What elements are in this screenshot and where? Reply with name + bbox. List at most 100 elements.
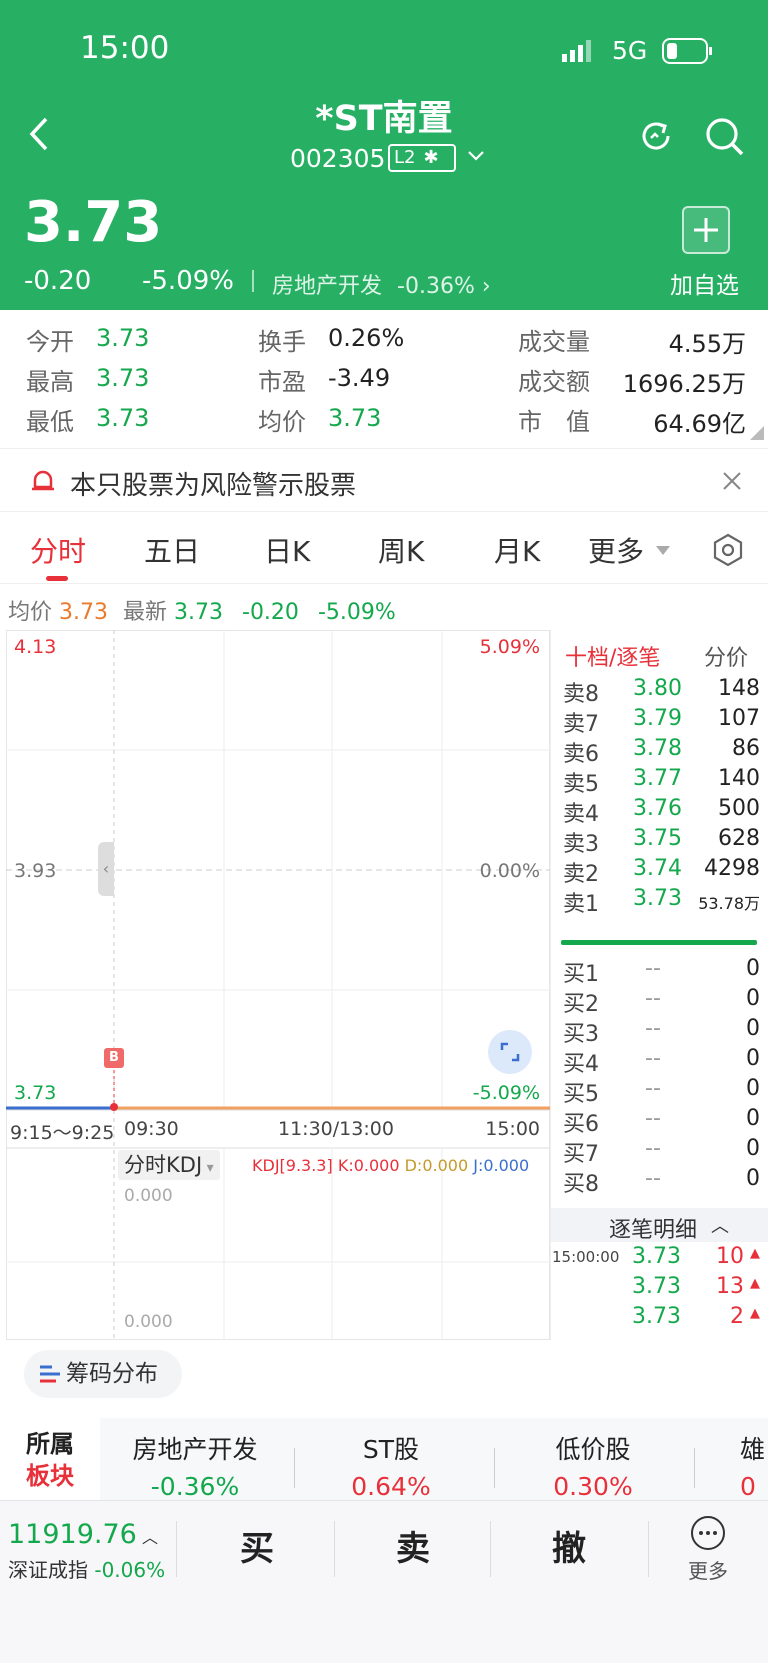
- ask-volume: 148: [718, 676, 760, 701]
- ask-row[interactable]: 卖7 3.79 107: [563, 706, 760, 737]
- sector-link[interactable]: 房地产开发 -0.36% ›: [272, 268, 491, 300]
- price-change-pct: -5.09%: [142, 266, 234, 296]
- refresh-icon[interactable]: [636, 116, 676, 156]
- ask-level: 卖8: [563, 682, 599, 707]
- sector-item[interactable]: 雄 0: [740, 1430, 768, 1501]
- stat-value: 3.73: [328, 404, 382, 432]
- tick-row: 15:00:00 3.73 10 ▲: [552, 1244, 760, 1274]
- network-label: 5G: [612, 36, 648, 65]
- bid-level: 买3: [563, 1022, 599, 1047]
- bid-price: --: [645, 986, 661, 1011]
- price-mode-tab[interactable]: 分价: [704, 640, 748, 672]
- tab-more[interactable]: 更多: [588, 530, 644, 570]
- sector-pct: -0.36%: [150, 1472, 240, 1501]
- tick-row: 3.73 13 ▲: [552, 1274, 760, 1304]
- stat-label: 最高: [26, 368, 74, 396]
- avg-value: 3.73: [59, 600, 108, 625]
- close-icon[interactable]: [722, 471, 742, 491]
- stat-value: 4.55万: [668, 330, 746, 358]
- kdj-selector[interactable]: 分时KDJ ▾: [118, 1150, 220, 1180]
- ask-row[interactable]: 卖5 3.77 140: [563, 766, 760, 797]
- stats-panel: 今开 3.73 换手 0.26% 成交量 4.55万 最高 3.73 市盈 -3…: [0, 310, 768, 446]
- index-ticker[interactable]: 11919.76 ︿ 深证成指 -0.06%: [8, 1519, 178, 1583]
- spread-bar: [561, 940, 757, 945]
- stat-label: 市 值: [518, 408, 590, 436]
- ask-price: 3.73: [633, 886, 682, 911]
- stat-value: 0.26%: [328, 324, 405, 352]
- y-axis-top: 4.13: [14, 636, 57, 658]
- chip-distribution-icon: [40, 1365, 60, 1383]
- tick-detail-header[interactable]: 逐笔明细 ︿: [551, 1208, 768, 1243]
- tab-weekly-k[interactable]: 周K: [378, 530, 424, 570]
- tab-five-day[interactable]: 五日: [144, 530, 200, 570]
- sector-item[interactable]: 低价股 0.30%: [508, 1430, 678, 1501]
- chevron-up-icon: ︿: [711, 1216, 729, 1237]
- price-change: -0.20: [24, 266, 92, 296]
- ask-level: 卖4: [563, 802, 599, 827]
- ask-volume: 86: [732, 736, 760, 761]
- ask-row[interactable]: 卖1 3.73 53.78万: [563, 886, 760, 917]
- avg-label: 均价: [8, 600, 53, 625]
- more-dots-icon: [691, 1516, 725, 1550]
- tab-intraday[interactable]: 分时: [30, 530, 86, 570]
- bid-price: --: [645, 1106, 661, 1131]
- cancel-order-button[interactable]: 撤: [492, 1517, 646, 1581]
- expand-corner-icon[interactable]: [750, 426, 764, 440]
- stat-label: 成交量: [518, 328, 590, 356]
- bid-row[interactable]: 买1 -- 0: [563, 956, 760, 987]
- bid-row[interactable]: 买2 -- 0: [563, 986, 760, 1017]
- bid-level: 买4: [563, 1052, 599, 1077]
- tab-daily-k[interactable]: 日K: [264, 530, 310, 570]
- dropdown-triangle-icon: [656, 546, 670, 555]
- ask-row[interactable]: 卖2 3.74 4298: [563, 856, 760, 887]
- bid-row[interactable]: 买7 -- 0: [563, 1136, 760, 1167]
- ask-row[interactable]: 卖4 3.76 500: [563, 796, 760, 827]
- bid-volume: 0: [746, 1076, 760, 1101]
- sector-name: 房地产开发: [132, 1435, 258, 1464]
- bid-price: --: [645, 1016, 661, 1041]
- ask-level: 卖1: [563, 892, 599, 917]
- orderbook-title[interactable]: 十档/逐笔: [565, 640, 660, 672]
- bid-price: --: [645, 1136, 661, 1161]
- sector-name: ST股: [362, 1435, 420, 1464]
- tick-time: 15:00:00: [552, 1248, 620, 1266]
- collapse-handle[interactable]: ‹: [98, 842, 114, 896]
- kdj-axis-top: 0.000: [124, 1186, 173, 1206]
- stat-label: 今开: [26, 328, 74, 356]
- buy-button[interactable]: 买: [180, 1517, 334, 1581]
- tick-volume: 10: [716, 1244, 744, 1269]
- ask-level: 卖6: [563, 742, 599, 767]
- bid-row[interactable]: 买3 -- 0: [563, 1016, 760, 1047]
- tick-volume: 2: [730, 1304, 744, 1329]
- ask-row[interactable]: 卖8 3.80 148: [563, 676, 760, 707]
- bid-row[interactable]: 买8 -- 0: [563, 1166, 760, 1197]
- fullscreen-button[interactable]: [488, 1030, 532, 1074]
- more-button[interactable]: 更多: [662, 1515, 754, 1595]
- tab-monthly-k[interactable]: 月K: [494, 530, 540, 570]
- ask-row[interactable]: 卖3 3.75 628: [563, 826, 760, 857]
- bid-price: --: [645, 1046, 661, 1071]
- tick-price: 3.73: [632, 1244, 681, 1269]
- sector-item[interactable]: 房地产开发 -0.36%: [110, 1430, 280, 1501]
- bid-volume: 0: [746, 1106, 760, 1131]
- sell-button[interactable]: 卖: [336, 1517, 490, 1581]
- settings-icon[interactable]: [712, 533, 744, 567]
- bid-row[interactable]: 买5 -- 0: [563, 1076, 760, 1107]
- risk-warning-bar: 本只股票为风险警示股票: [0, 448, 768, 512]
- bid-volume: 0: [746, 1046, 760, 1071]
- index-value: 11919.76: [8, 1519, 137, 1550]
- bid-row[interactable]: 买4 -- 0: [563, 1046, 760, 1077]
- chip-distribution-button[interactable]: 筹码分布: [24, 1350, 182, 1398]
- up-arrow-icon: ▲: [750, 1246, 760, 1261]
- add-watch-button[interactable]: [682, 206, 730, 254]
- search-icon[interactable]: [704, 116, 746, 158]
- ask-row[interactable]: 卖6 3.78 86: [563, 736, 760, 767]
- chevron-right-icon: ›: [481, 274, 491, 299]
- l2-badge[interactable]: L2 ✱: [388, 144, 456, 172]
- bid-row[interactable]: 买6 -- 0: [563, 1106, 760, 1137]
- sector-item[interactable]: ST股 0.64%: [306, 1430, 476, 1501]
- ask-price: 3.74: [633, 856, 682, 881]
- stat-label: 市盈: [258, 368, 306, 396]
- chevron-down-icon[interactable]: [466, 146, 486, 166]
- intraday-chart[interactable]: 4.13 5.09% 3.93 0.00% 3.73 -5.09% ‹ B 9:…: [6, 630, 550, 1340]
